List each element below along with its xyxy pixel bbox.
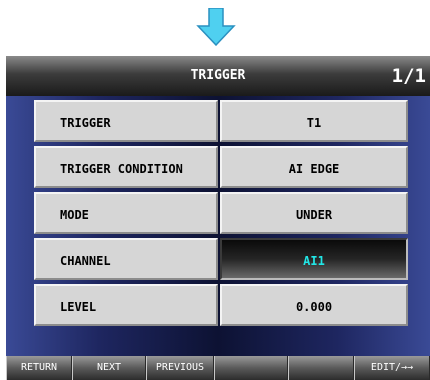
trigger-screen: TRIGGER 1/1 TRIGGER T1 TRIGGER CONDITION… [6, 56, 430, 380]
title-bar: TRIGGER 1/1 [6, 56, 430, 96]
return-button[interactable]: RETURN [6, 356, 72, 380]
row-level: LEVEL 0.000 [34, 284, 408, 328]
row-mode: MODE UNDER [34, 192, 408, 236]
trigger-value[interactable]: T1 [220, 100, 408, 142]
screen-title: TRIGGER [190, 68, 246, 83]
row-trigger-condition: TRIGGER CONDITION AI EDGE [34, 146, 408, 190]
channel-label: CHANNEL [34, 238, 218, 280]
function-key-5[interactable] [288, 356, 354, 380]
previous-button[interactable]: PREVIOUS [146, 356, 214, 380]
next-button[interactable]: NEXT [72, 356, 146, 380]
channel-value[interactable]: AI1 [220, 238, 408, 280]
mode-label: MODE [34, 192, 218, 234]
trigger-condition-value[interactable]: AI EDGE [220, 146, 408, 188]
row-channel: CHANNEL AI1 [34, 238, 408, 282]
page-indicator: 1/1 [391, 65, 426, 87]
trigger-condition-label: TRIGGER CONDITION [34, 146, 218, 188]
function-key-4[interactable] [214, 356, 288, 380]
mode-value[interactable]: UNDER [220, 192, 408, 234]
down-arrow-icon [196, 8, 236, 46]
settings-table: TRIGGER T1 TRIGGER CONDITION AI EDGE MOD… [34, 100, 408, 330]
row-trigger: TRIGGER T1 [34, 100, 408, 144]
level-value[interactable]: 0.000 [220, 284, 408, 326]
trigger-label: TRIGGER [34, 100, 218, 142]
function-key-bar: RETURN NEXT PREVIOUS EDIT/→→ [6, 356, 430, 380]
edit-button[interactable]: EDIT/→→ [354, 356, 430, 380]
level-label: LEVEL [34, 284, 218, 326]
